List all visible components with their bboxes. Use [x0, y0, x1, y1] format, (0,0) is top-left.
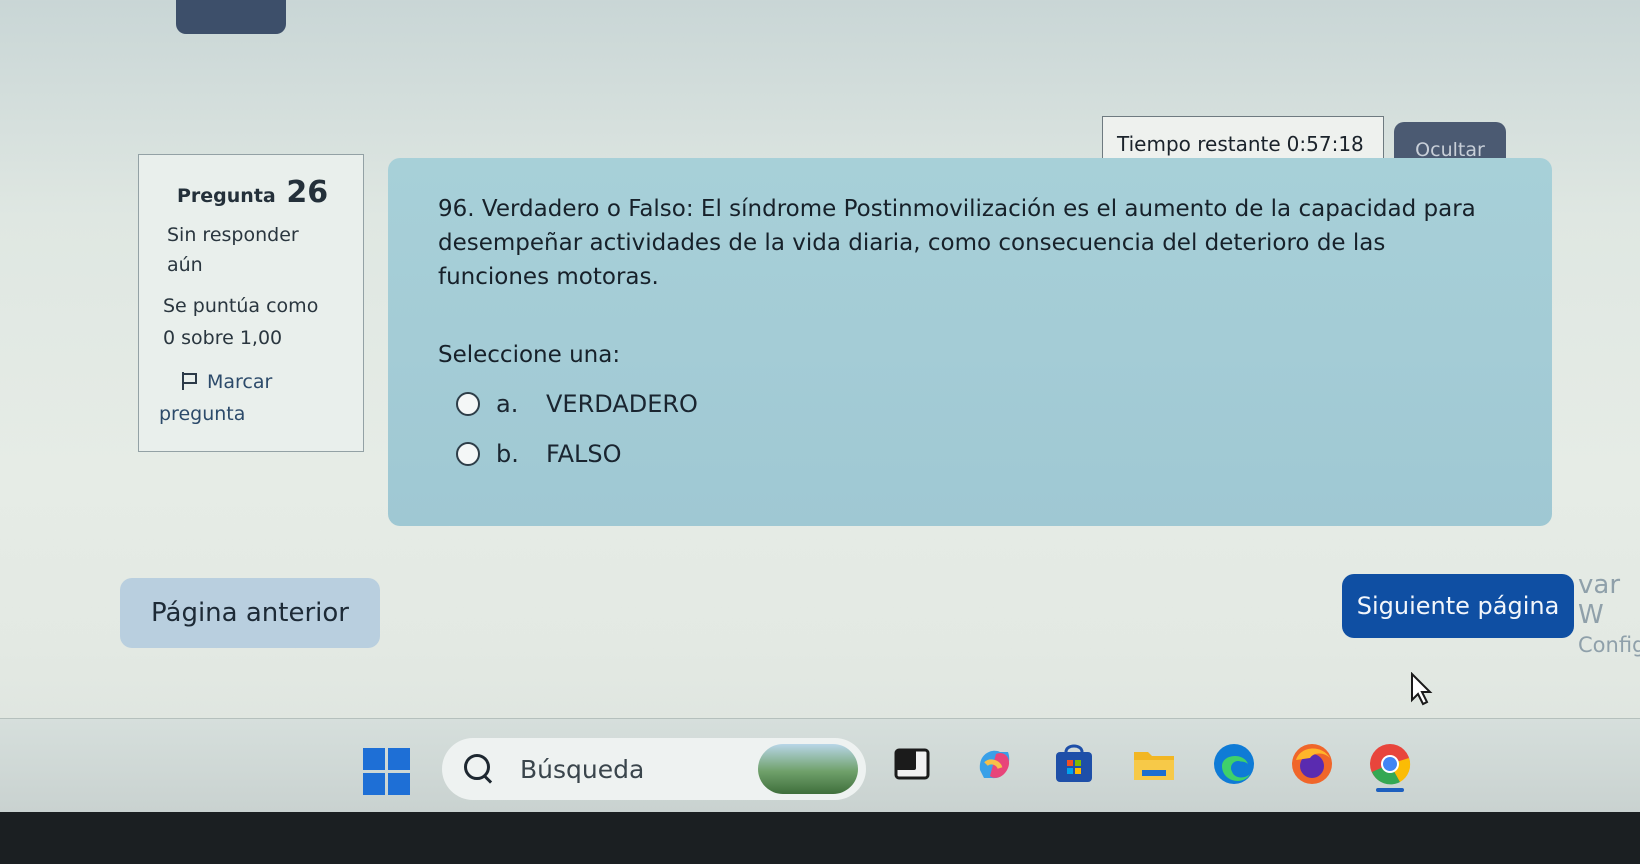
timer-value: 0:57:18	[1286, 132, 1364, 156]
status-line-2: aún	[167, 254, 203, 276]
search-placeholder: Búsqueda	[520, 754, 645, 784]
activate-line-2: Config	[1578, 633, 1640, 657]
mouse-pointer-icon	[1411, 672, 1433, 706]
firefox-icon[interactable]	[1288, 740, 1336, 788]
copilot-icon[interactable]	[970, 740, 1018, 788]
flag-icon	[181, 372, 197, 390]
option-b-text: FALSO	[546, 440, 622, 468]
grade-line-2: 0 sobre 1,00	[163, 327, 283, 349]
top-clipped-button[interactable]	[176, 0, 286, 34]
taskbar-search-box[interactable]: Búsqueda	[442, 738, 866, 800]
answer-status: Sin responder aún	[167, 220, 349, 280]
desk-edge	[0, 812, 1640, 864]
next-page-button[interactable]: Siguiente página	[1342, 574, 1574, 638]
status-line-1: Sin responder	[167, 224, 299, 246]
activate-line-1: var W	[1578, 570, 1621, 630]
grade-info: Se puntúa como 0 sobre 1,00	[163, 290, 349, 354]
answer-prompt: Seleccione una:	[438, 342, 621, 368]
flag-line-2: pregunta	[159, 403, 246, 425]
option-a[interactable]: a. VERDADERO	[456, 390, 1516, 418]
question-word: Pregunta	[177, 185, 276, 207]
file-explorer-icon[interactable]	[1130, 740, 1178, 788]
timer-label: Tiempo restante	[1117, 132, 1281, 156]
flag-question-link[interactable]: Marcar pregunta	[159, 366, 349, 430]
question-number: 26	[286, 175, 329, 210]
active-app-indicator	[1376, 788, 1404, 792]
question-number-label: Pregunta 26	[177, 175, 349, 210]
store-icon[interactable]	[1050, 740, 1098, 788]
task-view-icon[interactable]	[888, 740, 936, 788]
activate-windows-watermark: var W Config	[1578, 570, 1640, 660]
option-b-letter: b.	[496, 440, 519, 468]
question-info-panel: Pregunta 26 Sin responder aún Se puntúa …	[138, 154, 364, 452]
chrome-icon[interactable]	[1366, 740, 1414, 788]
grade-line-1: Se puntúa como	[163, 295, 319, 317]
question-panel: 96. Verdadero o Falso: El síndrome Posti…	[388, 158, 1552, 526]
previous-page-button[interactable]: Página anterior	[120, 578, 380, 648]
radio-a[interactable]	[456, 392, 480, 416]
radio-b[interactable]	[456, 442, 480, 466]
search-highlight-image	[758, 744, 858, 794]
option-b[interactable]: b. FALSO	[456, 440, 1516, 468]
question-text: 96. Verdadero o Falso: El síndrome Posti…	[438, 196, 1476, 290]
search-icon	[464, 754, 494, 784]
option-a-text: VERDADERO	[546, 390, 698, 418]
windows-start-icon[interactable]	[363, 748, 411, 796]
option-a-letter: a.	[496, 390, 519, 418]
edge-icon[interactable]	[1210, 740, 1258, 788]
flag-line-1: Marcar	[207, 371, 273, 393]
